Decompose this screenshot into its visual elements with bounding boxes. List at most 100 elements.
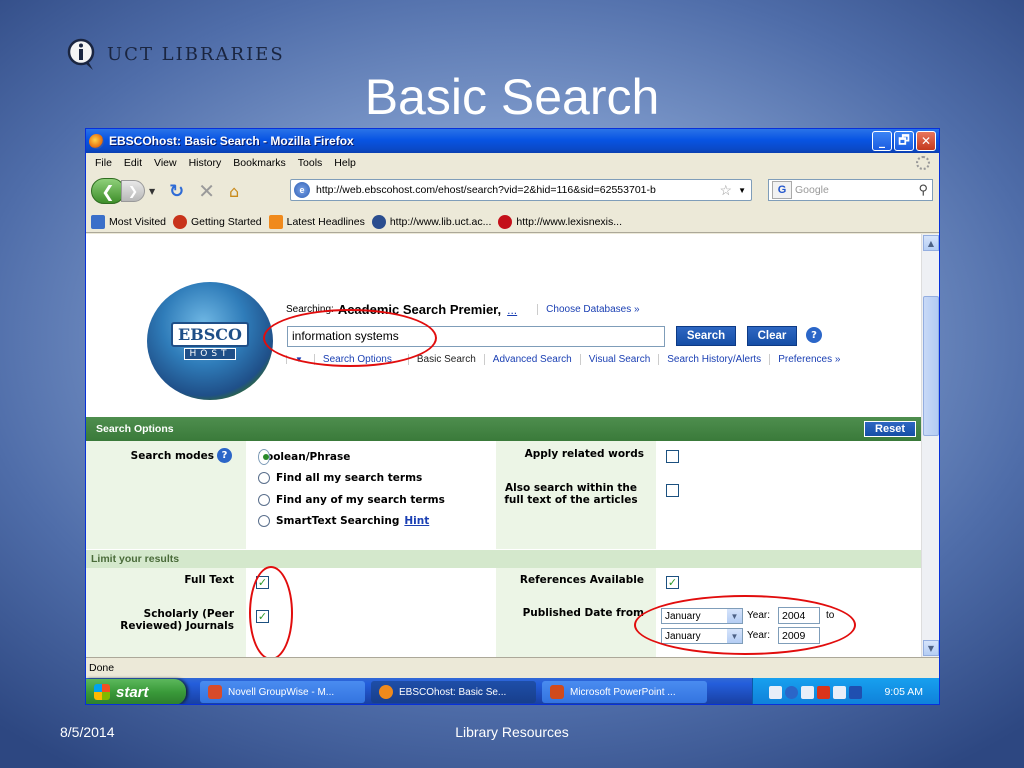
radio-icon [258,472,270,484]
menu-bar: File Edit View History Bookmarks Tools H… [86,153,939,173]
apply-related-checkbox[interactable] [666,450,679,463]
reload-icon[interactable]: ↻ [169,181,184,202]
stop-icon[interactable]: ✕ [198,179,215,203]
url-bar[interactable]: e http://web.ebscohost.com/ehost/search?… [290,179,752,201]
radio-selected-icon [258,449,270,465]
mode-smarttext-radio[interactable]: SmartText Searching Hint [258,515,429,527]
task-firefox[interactable]: EBSCOhost: Basic Se... [371,681,536,703]
start-button[interactable]: start [86,679,186,704]
arrow-tray-icon[interactable] [785,685,798,699]
firefox-icon [89,133,104,149]
minimize-button[interactable]: _ [872,131,892,151]
search-history-link[interactable]: Search History/Alerts [658,354,769,365]
play-tray-icon[interactable] [849,685,862,699]
powerpoint-icon [550,685,564,699]
basic-search-link[interactable]: Basic Search [407,354,484,365]
windows-flag-icon [94,684,110,700]
back-button[interactable]: ❮ [91,178,125,204]
choose-databases-link[interactable]: Choose Databases » [537,304,640,315]
more-databases-link[interactable]: ... [507,303,517,317]
history-dropdown-icon[interactable]: ▼ [149,187,155,196]
scholarly-label: Scholarly (Peer Reviewed) Journals [120,608,234,632]
footer-text: Library Resources [455,724,569,740]
menu-bookmarks[interactable]: Bookmarks [233,157,286,169]
menu-view[interactable]: View [154,157,177,169]
search-modes-help-icon[interactable]: ? [217,448,232,463]
url-text[interactable]: http://web.ebscohost.com/ehost/search?vi… [316,184,720,196]
search-options-header: Search Options Reset [86,417,922,441]
page-content: EBSCO HOST Searching: Academic Search Pr… [86,234,922,657]
also-search-fulltext-checkbox[interactable] [666,484,679,497]
window-titlebar: EBSCOhost: Basic Search - Mozilla Firefo… [86,129,939,153]
groupwise-icon [208,685,222,699]
references-checkbox[interactable]: ✓ [666,576,679,589]
clear-button[interactable]: Clear [747,326,797,346]
scroll-thumb[interactable] [923,296,939,436]
info-icon [371,214,386,229]
bookmark-folder-icon [91,214,105,229]
clock: 9:05 AM [884,686,923,698]
bookmark-getting-started[interactable]: Getting Started [173,214,262,229]
bookmark-star-icon[interactable]: ☆ [720,182,733,199]
scroll-up-icon[interactable]: ▲ [923,235,939,251]
preferences-link[interactable]: Preferences » [769,354,848,365]
menu-file[interactable]: File [95,157,112,169]
menu-tools[interactable]: Tools [298,157,323,169]
lexisnexis-icon [498,214,513,229]
also-search-label: Also search within the full text of the a… [504,482,638,506]
app-tray-icon[interactable] [817,685,830,699]
bookmark-uct-library[interactable]: http://www.lib.uct.ac... [371,214,491,229]
mode-any-terms-radio[interactable]: Find any of my search terms [258,494,445,506]
menu-edit[interactable]: Edit [124,157,142,169]
site-identity-icon[interactable]: e [294,182,310,198]
bookmark-most-visited[interactable]: Most Visited [91,214,166,229]
windows-taskbar: start Novell GroupWise - M... EBSCOhost:… [86,678,939,704]
search-button[interactable]: Search [676,326,736,346]
scroll-down-icon[interactable]: ▼ [923,640,939,656]
bookmark-lexisnexis[interactable]: http://www.lexisnexis... [498,214,622,229]
reset-button[interactable]: Reset [864,421,916,437]
status-bar: Done [86,657,939,677]
close-button[interactable]: ✕ [916,131,936,151]
navigation-toolbar: ❮ ❯ ▼ ↻ ✕ ⌂ e http://web.ebscohost.com/e… [86,173,939,209]
visual-search-link[interactable]: Visual Search [579,354,659,365]
window-title: EBSCOhost: Basic Search - Mozilla Firefo… [109,134,354,148]
advanced-search-link[interactable]: Advanced Search [483,354,580,365]
help-tray-icon[interactable] [769,685,782,699]
search-modes-label: Search modes [130,450,214,462]
help-icon[interactable]: ? [806,327,822,343]
firefox-window: EBSCOhost: Basic Search - Mozilla Firefo… [85,128,940,705]
url-dropdown-icon[interactable]: ▼ [738,186,746,195]
system-tray: 9:05 AM [752,678,939,704]
task-groupwise[interactable]: Novell GroupWise - M... [200,681,365,703]
task-powerpoint[interactable]: Microsoft PowerPoint ... [542,681,707,703]
search-placeholder[interactable]: Google [795,184,829,196]
display-tray-icon[interactable] [833,685,846,699]
slide-title: Basic Search [364,69,660,125]
mode-boolean-radio[interactable]: Boolean/Phrase [258,449,350,465]
network-tray-icon[interactable] [801,685,814,699]
web-search-box[interactable]: G Google ⚲ [768,179,933,201]
rss-icon [268,214,283,229]
bookmark-latest-headlines[interactable]: Latest Headlines [268,214,365,229]
menu-help[interactable]: Help [334,157,356,169]
ebsco-logo[interactable]: EBSCO HOST [147,282,273,400]
firefox-bookmark-icon [173,214,187,229]
google-engine-icon[interactable]: G [772,181,792,199]
radio-icon [258,515,270,527]
annotation-oval-checkboxes [249,566,293,657]
throbber-icon [916,156,930,170]
radio-icon [258,494,270,506]
menu-history[interactable]: History [189,157,222,169]
home-icon[interactable]: ⌂ [229,182,239,201]
published-date-label: Published Date from [522,607,644,619]
apply-related-label: Apply related words [524,448,644,460]
annotation-oval-query [263,309,437,367]
hint-link[interactable]: Hint [404,515,429,527]
restore-button[interactable]: 🗗 [894,131,914,151]
logo-text: UCT LIBRARIES [107,43,285,65]
forward-button[interactable]: ❯ [121,180,145,202]
magnifier-icon[interactable]: ⚲ [918,182,928,198]
mode-all-terms-radio[interactable]: Find all my search terms [258,472,422,484]
vertical-scrollbar[interactable]: ▲ ▼ [921,234,939,657]
